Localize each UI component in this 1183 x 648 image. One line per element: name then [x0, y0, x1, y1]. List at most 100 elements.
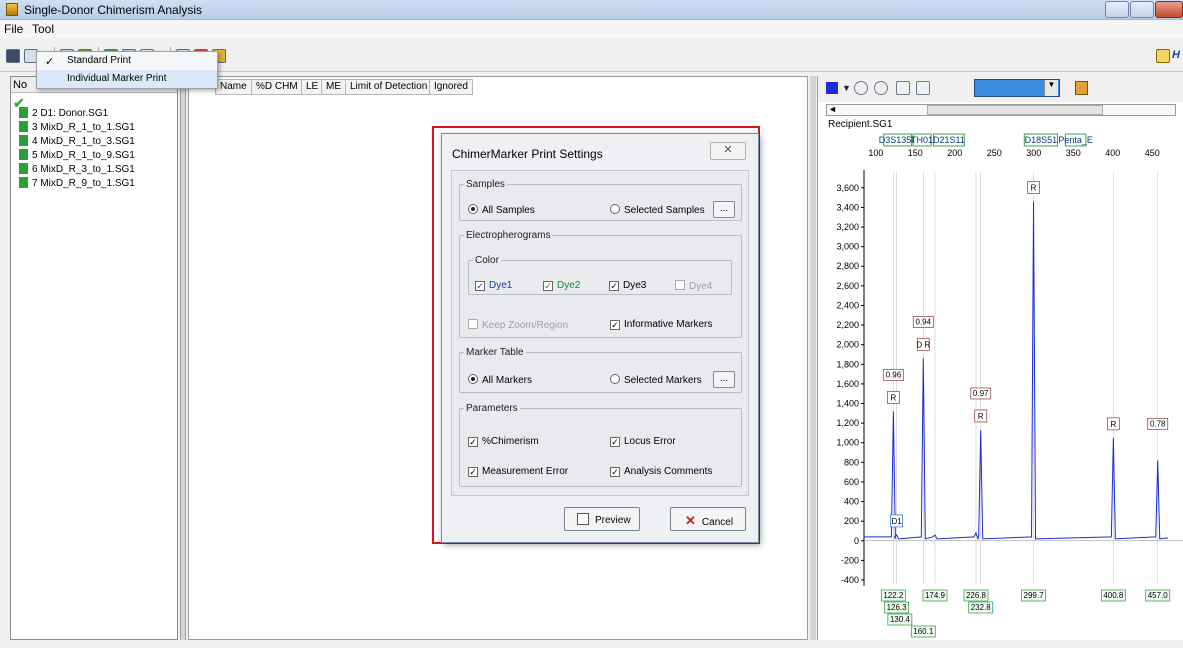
overlay-icon[interactable]: [916, 81, 930, 95]
y-tick-label: 800: [844, 457, 859, 467]
checkbox-icon: [468, 319, 478, 329]
file-icon: [19, 177, 28, 188]
dye-color-swatch[interactable]: [826, 82, 838, 94]
dye4-checkbox[interactable]: Dye4: [675, 280, 712, 292]
radio-icon: [610, 374, 620, 384]
column-me[interactable]: ME: [321, 79, 346, 95]
sample-row[interactable]: 6 MixD_R_3_to_1.SG1: [19, 163, 135, 177]
dye3-checkbox[interactable]: ✓ Dye3: [609, 280, 646, 291]
label: Analysis Comments: [624, 466, 713, 477]
dialog-close-button[interactable]: ✕: [710, 142, 746, 160]
sample-row[interactable]: 7 MixD_R_9_to_1.SG1: [19, 177, 135, 191]
sample-label: 7 MixD_R_9_to_1.SG1: [32, 178, 135, 189]
file-icon: [19, 135, 28, 146]
y-tick-label: 1,200: [836, 418, 859, 428]
help-button[interactable]: H: [1172, 49, 1180, 61]
sample-row[interactable]: 3 MixD_R_1_to_1.SG1: [19, 121, 135, 135]
peak-call-label: R: [978, 412, 984, 421]
sample-row[interactable]: 5 MixD_R_1_to_9.SG1: [19, 149, 135, 163]
menu-file[interactable]: File: [4, 22, 23, 36]
menu-standard-print[interactable]: ✓ Standard Print: [37, 52, 217, 70]
chimerism-checkbox[interactable]: ✓ %Chimerism: [468, 436, 539, 447]
cancel-button[interactable]: ✕ Cancel: [670, 507, 746, 531]
menu-tool[interactable]: Tool: [32, 22, 54, 36]
electropherogram-chart: D3S1358TH01 D21S11 D18S51 Penta_E 100 150 200…: [836, 133, 1183, 638]
size-label: 130.4: [890, 615, 911, 624]
print-dropdown-menu: ✓ Standard Print Individual Marker Print: [36, 51, 218, 89]
column-name[interactable]: Name: [215, 79, 252, 95]
marker-label: Penta_E: [1058, 135, 1093, 145]
sample-list-panel: No ✔ 2 D1: Donor.SG1 3 MixD_R_1_to_1.SG1…: [10, 76, 178, 640]
close-window-button[interactable]: [1155, 1, 1183, 18]
file-icon: [19, 149, 28, 160]
column-le[interactable]: LE: [301, 79, 324, 95]
selected-markers-radio[interactable]: Selected Markers: [610, 374, 702, 386]
color-legend: Color: [475, 255, 499, 266]
locus-error-checkbox[interactable]: ✓ Locus Error: [610, 436, 676, 447]
dye2-checkbox[interactable]: ✓ Dye2: [543, 280, 580, 291]
radio-icon: [468, 204, 478, 214]
sample-label: 4 MixD_R_1_to_3.SG1: [32, 136, 135, 147]
label: Dye2: [557, 280, 581, 291]
checkbox-icon: ✓: [610, 467, 620, 477]
label: All Markers: [482, 375, 533, 386]
informative-markers-checkbox[interactable]: ✓ Informative Markers: [610, 319, 712, 330]
label: All Samples: [482, 205, 535, 216]
dye-select-arrow[interactable]: ▼: [1044, 80, 1058, 96]
label: Selected Samples: [624, 205, 705, 216]
title-bar: Single-Donor Chimerism Analysis: [0, 0, 1183, 20]
radio-icon: [468, 374, 478, 384]
selected-samples-radio[interactable]: Selected Samples: [610, 204, 705, 216]
checkbox-icon: ✓: [468, 437, 478, 447]
x-tick-label: 450: [1145, 148, 1160, 158]
sample-row[interactable]: 4 MixD_R_1_to_3.SG1: [19, 135, 135, 149]
left-splitter[interactable]: [180, 76, 186, 640]
save-icon[interactable]: [6, 49, 20, 63]
column-no[interactable]: No: [13, 79, 27, 91]
region-icon[interactable]: [896, 81, 910, 95]
dye-dropdown-arrow[interactable]: ▼: [842, 83, 851, 93]
all-samples-radio[interactable]: All Samples: [468, 204, 535, 216]
sample-row[interactable]: 2 D1: Donor.SG1: [19, 107, 108, 121]
ratio-label: 0.78: [1150, 419, 1166, 428]
color-group: Color ✓ Dye1 ✓ Dye2 ✓ Dye3 Dye4: [468, 255, 732, 295]
radio-icon: [610, 204, 620, 214]
keep-zoom-checkbox[interactable]: Keep Zoom/Region: [468, 319, 568, 331]
y-tick-label: 400: [844, 497, 859, 507]
column-chm[interactable]: %D CHM: [251, 79, 303, 95]
select-markers-button[interactable]: ...: [713, 371, 735, 388]
menu-label: Standard Print: [67, 55, 131, 66]
right-splitter[interactable]: [810, 76, 816, 640]
dye1-checkbox[interactable]: ✓ Dye1: [475, 280, 512, 291]
scroll-thumb[interactable]: [927, 105, 1103, 115]
help-icon[interactable]: [1156, 49, 1170, 63]
ratio-label: 0.94: [916, 317, 932, 326]
zoom-in-icon[interactable]: [854, 81, 868, 95]
samples-group: Samples All Samples Selected Samples ...: [459, 179, 742, 221]
zoom-out-icon[interactable]: [874, 81, 888, 95]
calculator-icon[interactable]: [1075, 81, 1088, 95]
label: %Chimerism: [482, 436, 539, 447]
peak-call-label: D1: [891, 517, 902, 526]
menu-individual-marker-print[interactable]: Individual Marker Print: [37, 70, 217, 88]
scroll-left-arrow[interactable]: ◄: [828, 104, 837, 114]
parameters-group: Parameters ✓ %Chimerism ✓ Locus Error ✓ Mea…: [459, 403, 742, 487]
size-label: 457.0: [1148, 591, 1169, 600]
y-tick-label: 3,000: [836, 242, 859, 252]
label: Cancel: [701, 517, 734, 528]
y-tick-label: 1,000: [836, 438, 859, 448]
y-tick-label: 2,000: [836, 340, 859, 350]
preview-button[interactable]: Preview: [564, 507, 640, 531]
x-tick-label: 350: [1066, 148, 1081, 158]
y-tick-label: 3,600: [836, 183, 859, 193]
chart-scrollbar[interactable]: ◄: [826, 104, 1176, 116]
all-markers-radio[interactable]: All Markers: [468, 374, 532, 386]
minimize-button[interactable]: [1105, 1, 1129, 18]
select-samples-button[interactable]: ...: [713, 201, 735, 218]
column-ignored[interactable]: Ignored: [429, 79, 473, 95]
measurement-error-checkbox[interactable]: ✓ Measurement Error: [468, 466, 568, 477]
maximize-button[interactable]: [1130, 1, 1154, 18]
y-tick-label: -400: [841, 575, 859, 585]
column-lod[interactable]: Limit of Detection: [345, 79, 433, 95]
analysis-comments-checkbox[interactable]: ✓ Analysis Comments: [610, 466, 712, 477]
